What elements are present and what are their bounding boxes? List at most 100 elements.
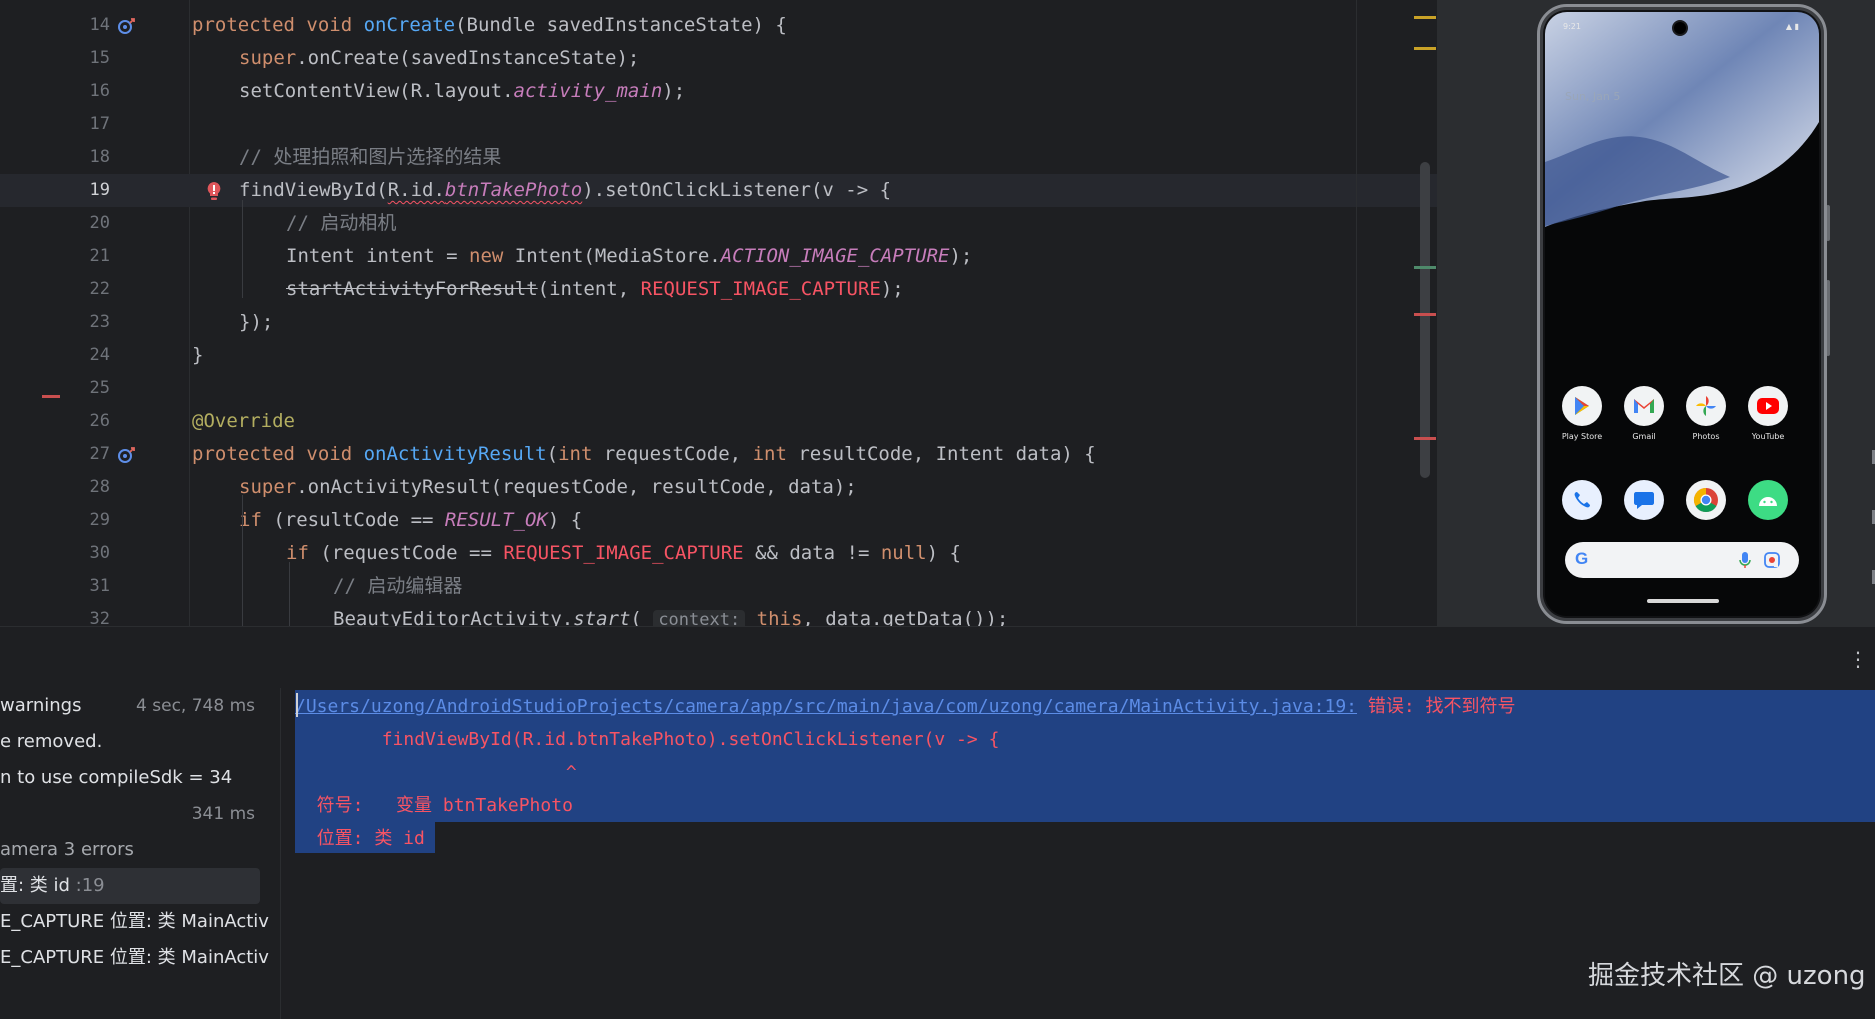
override-method-icon[interactable] bbox=[116, 445, 136, 465]
build-tree-node[interactable]: amera 3 errors bbox=[0, 832, 134, 868]
mic-icon[interactable] bbox=[1739, 551, 1751, 569]
line-number[interactable]: 31 bbox=[62, 570, 110, 603]
line-number[interactable]: 30 bbox=[62, 537, 110, 570]
code-text[interactable]: startActivityForResult(intent, REQUEST_I… bbox=[286, 273, 904, 306]
home-date: Sun, Jan 5 bbox=[1565, 90, 1621, 103]
line-number[interactable]: 32 bbox=[62, 603, 110, 626]
code-text[interactable]: setContentView(R.layout.activity_main); bbox=[239, 75, 685, 108]
youtube-app[interactable]: YouTube bbox=[1743, 386, 1793, 441]
code-line-19[interactable]: 19 findViewById(R.id.btnTakePhoto).setOnC… bbox=[0, 174, 1437, 207]
code-text[interactable]: @Override bbox=[192, 405, 295, 438]
code-text[interactable]: if (requestCode == REQUEST_IMAGE_CAPTURE… bbox=[286, 537, 961, 570]
line-number[interactable]: 28 bbox=[62, 471, 110, 504]
code-line-24[interactable]: 24} bbox=[0, 339, 1437, 372]
build-split-divider[interactable] bbox=[280, 688, 281, 1019]
line-number[interactable]: 18 bbox=[62, 141, 110, 174]
code-text[interactable]: // 启动编辑器 bbox=[333, 570, 462, 603]
code-line-27[interactable]: 27 protected void onActivityResult(int re… bbox=[0, 438, 1437, 471]
build-tree-node[interactable]: 341 ms bbox=[0, 796, 280, 832]
line-number[interactable]: 27 bbox=[62, 438, 110, 471]
build-tree-node[interactable]: warnings 4 sec, 748 ms bbox=[0, 688, 280, 724]
photos-app[interactable]: Photos bbox=[1681, 386, 1731, 441]
code-line-16[interactable]: 16 setContentView(R.layout.activity_main)… bbox=[0, 75, 1437, 108]
build-tree-node[interactable]: 置: 类 id :19 bbox=[0, 868, 260, 904]
code-text[interactable]: } bbox=[192, 339, 203, 372]
build-tree-node[interactable]: e removed. bbox=[0, 724, 102, 760]
line-number[interactable]: 17 bbox=[62, 108, 110, 141]
code-line-29[interactable]: 29 if (resultCode == RESULT_OK) { bbox=[0, 504, 1437, 537]
build-tree-node[interactable]: E_CAPTURE 位置: 类 MainActiv bbox=[0, 940, 269, 976]
google-search-bar[interactable]: G bbox=[1565, 542, 1799, 578]
code-text[interactable]: if (resultCode == RESULT_OK) { bbox=[239, 504, 582, 537]
panel-edge-controls[interactable] bbox=[1866, 440, 1875, 590]
google-g-icon: G bbox=[1575, 549, 1589, 568]
error-marker[interactable] bbox=[1414, 437, 1436, 440]
warning-marker[interactable] bbox=[1414, 47, 1436, 50]
code-text[interactable]: // 启动相机 bbox=[286, 207, 396, 240]
build-tree[interactable]: warnings 4 sec, 748 ms e removed. n to use … bbox=[0, 688, 280, 1019]
line-number[interactable]: 26 bbox=[62, 405, 110, 438]
code-line-23[interactable]: 23}); bbox=[0, 306, 1437, 339]
line-number[interactable]: 22 bbox=[62, 273, 110, 306]
line-number[interactable]: 23 bbox=[62, 306, 110, 339]
change-marker[interactable] bbox=[1414, 266, 1436, 269]
code-editor[interactable]: 14 protected void onCreate(Bundle savedIn… bbox=[0, 0, 1437, 626]
warning-marker[interactable] bbox=[1414, 16, 1436, 19]
code-line-14[interactable]: 14 protected void onCreate(Bundle savedIn… bbox=[0, 9, 1437, 42]
phone-screen[interactable]: 9:21 ▲ ▮ Sun, Jan 5 Play Store Gmail Pho… bbox=[1545, 12, 1819, 616]
line-number[interactable]: 19 bbox=[62, 174, 110, 207]
code-text[interactable]: Intent intent = new Intent(MediaStore.AC… bbox=[286, 240, 972, 273]
code-line-31[interactable]: 31 // 启动编辑器 bbox=[0, 570, 1437, 603]
line-number[interactable]: 14 bbox=[62, 9, 110, 42]
status-icons: ▲ ▮ bbox=[1785, 22, 1799, 31]
play-store-app[interactable]: Play Store bbox=[1557, 386, 1607, 441]
code-line-30[interactable]: 30 if (requestCode == REQUEST_IMAGE_CAPTU… bbox=[0, 537, 1437, 570]
tree-node-label: amera 3 errors bbox=[0, 839, 134, 860]
messages-app[interactable] bbox=[1619, 480, 1669, 520]
code-line-15[interactable]: 15 super.onCreate(savedInstanceState); bbox=[0, 42, 1437, 75]
line-number[interactable]: 21 bbox=[62, 240, 110, 273]
gmail-app[interactable]: Gmail bbox=[1619, 386, 1669, 441]
line-number[interactable]: 15 bbox=[62, 42, 110, 75]
chrome-app[interactable] bbox=[1681, 480, 1731, 520]
line-number[interactable]: 16 bbox=[62, 75, 110, 108]
code-line-20[interactable]: 20 // 启动相机 bbox=[0, 207, 1437, 240]
phone-icon bbox=[1562, 480, 1602, 520]
code-line-18[interactable]: 18 // 处理拍照和图片选择的结果 bbox=[0, 141, 1437, 174]
lens-icon[interactable] bbox=[1763, 551, 1781, 569]
android-app[interactable] bbox=[1743, 480, 1793, 520]
gesture-nav-pill[interactable] bbox=[1647, 599, 1719, 603]
error-bulb-icon[interactable] bbox=[204, 180, 224, 202]
console-source-line: findViewById(R.id.btnTakePhoto).setOnCli… bbox=[295, 729, 1000, 750]
editor-scrollbar[interactable] bbox=[1420, 162, 1430, 478]
watermark: 掘金技术社区 @ uzong bbox=[1588, 961, 1866, 991]
error-file-link[interactable]: /Users/uzong/AndroidStudioProjects/camer… bbox=[295, 696, 1357, 717]
code-line-25[interactable]: 25 bbox=[0, 372, 1437, 405]
line-number[interactable]: 20 bbox=[62, 207, 110, 240]
code-text[interactable]: protected void onCreate(Bundle savedInst… bbox=[192, 9, 787, 42]
code-line-17[interactable]: 17 bbox=[0, 108, 1437, 141]
build-tree-node[interactable]: E_CAPTURE 位置: 类 MainActiv bbox=[0, 904, 269, 940]
code-text[interactable]: protected void onActivityResult(int requ… bbox=[192, 438, 1096, 471]
code-text[interactable]: findViewById(R.id.btnTakePhoto).setOnCli… bbox=[239, 174, 891, 207]
code-text[interactable]: // 处理拍照和图片选择的结果 bbox=[239, 141, 501, 174]
code-line-32[interactable]: 32 BeautyEditorActivity.start( context: t… bbox=[0, 603, 1437, 626]
more-options-icon[interactable]: ⋮ bbox=[1848, 647, 1868, 671]
line-number[interactable]: 25 bbox=[62, 372, 110, 405]
code-line-26[interactable]: 26 @Override bbox=[0, 405, 1437, 438]
code-line-22[interactable]: 22 startActivityForResult(intent, REQUEST… bbox=[0, 273, 1437, 306]
error-marker[interactable] bbox=[1414, 313, 1436, 316]
phone-app[interactable] bbox=[1557, 480, 1607, 520]
front-camera bbox=[1672, 20, 1688, 36]
override-method-icon[interactable] bbox=[116, 16, 136, 36]
line-number[interactable]: 29 bbox=[62, 504, 110, 537]
youtube-icon bbox=[1748, 386, 1788, 426]
code-line-21[interactable]: 21 Intent intent = new Intent(MediaStore.… bbox=[0, 240, 1437, 273]
code-text[interactable]: super.onActivityResult(requestCode, resu… bbox=[239, 471, 857, 504]
code-text[interactable]: BeautyEditorActivity.start( context: thi… bbox=[333, 603, 1008, 626]
code-text[interactable]: }); bbox=[239, 306, 273, 339]
build-tree-node[interactable]: n to use compileSdk = 34 bbox=[0, 760, 232, 796]
code-text[interactable]: super.onCreate(savedInstanceState); bbox=[239, 42, 639, 75]
line-number[interactable]: 24 bbox=[62, 339, 110, 372]
code-line-28[interactable]: 28 super.onActivityResult(requestCode, re… bbox=[0, 471, 1437, 504]
